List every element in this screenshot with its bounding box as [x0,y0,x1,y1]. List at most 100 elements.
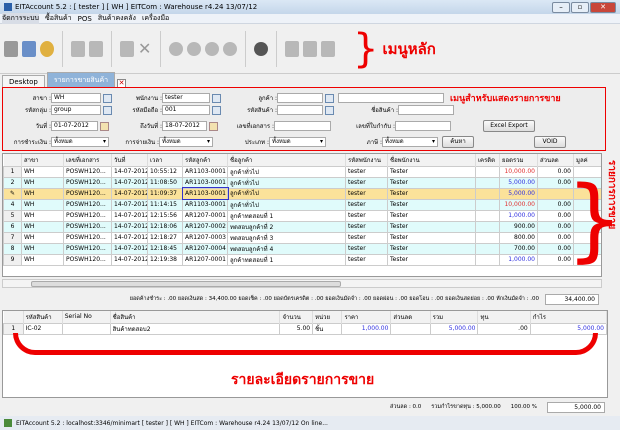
table-cell[interactable]: 1,000.00 [499,209,538,222]
table-cell[interactable]: WH [21,198,64,211]
table-cell[interactable]: 11:14:15 [147,198,183,211]
pay-type-select[interactable]: ทั้งหมด [159,137,213,147]
table-cell[interactable] [475,242,500,255]
table-row[interactable]: 7 WH POSWH120... 14-07-2012 12:18:27 AR1207-0… [3,231,601,244]
table-cell[interactable]: ลูกค้าทั่วไป [227,198,346,211]
table-cell[interactable]: 14-07-2012 [111,187,148,200]
first-icon[interactable] [169,41,183,56]
table-cell[interactable]: WH [21,220,64,233]
horizontal-scrollbar[interactable] [2,279,602,288]
doc-no-input[interactable] [274,121,331,131]
table-cell[interactable]: Tester [387,209,476,222]
table-cell[interactable]: 14-07-2012 [111,165,148,178]
table-cell[interactable] [475,209,500,222]
table-cell[interactable]: 900.00 [499,220,538,233]
table-cell[interactable]: 8 [3,242,22,255]
lookup-icon[interactable] [103,105,112,115]
table-cell[interactable]: 14-07-2012 [111,176,148,189]
customer-input[interactable] [277,93,323,103]
edit-doc-icon[interactable] [285,40,299,57]
table-cell[interactable]: 700.00 [499,242,538,255]
table-cell[interactable]: ทดสอบลูกค้าที่ 4 [227,242,346,255]
table-cell[interactable] [475,187,500,200]
table-cell[interactable]: 14-07-2012 [111,198,148,211]
table-cell[interactable]: tester [345,198,388,211]
table-cell[interactable]: POSWH120... [63,176,112,189]
table-cell[interactable]: 12:18:27 [147,231,183,244]
table-cell[interactable]: POSWH120... [63,220,112,233]
close-button[interactable]: ✕ [590,1,616,13]
table-cell[interactable]: tester [345,231,388,244]
table-cell[interactable]: 12:18:06 [147,220,183,233]
table-cell[interactable]: POSWH120... [63,242,112,255]
menu-pos[interactable]: POS [78,15,92,23]
table-cell[interactable]: 10,000.00 [499,165,538,178]
delete-doc-icon[interactable] [89,40,103,57]
table-cell[interactable] [475,165,500,178]
scroll-thumb[interactable] [31,281,341,287]
table-cell[interactable]: ทดสอบลูกค้าที่ 3 [227,231,346,244]
table-cell[interactable]: 5,000.00 [499,187,538,200]
table-row[interactable]: 8 WH POSWH120... 14-07-2012 12:18:45 AR1207-0… [3,242,601,255]
date-from-input[interactable]: 01-07-2012 [51,121,98,131]
table-cell[interactable]: 1 [3,165,22,178]
menu-system[interactable]: จัดการระบบ [2,13,39,24]
table-cell[interactable]: 12:15:56 [147,209,183,222]
table-cell[interactable]: Tester [387,231,476,244]
table-cell[interactable]: 11:08:50 [147,176,183,189]
table-cell[interactable] [475,253,500,266]
table-cell[interactable]: 2 [3,176,22,189]
table-cell[interactable]: AR1207-0004 [182,242,228,255]
lookup-icon[interactable] [212,93,221,103]
next-icon[interactable] [205,41,219,56]
table-cell[interactable]: 12:19:38 [147,253,183,266]
menu-inventory[interactable]: สินค้าคงคลัง [98,13,136,24]
invoice-input[interactable] [395,121,451,131]
table-cell[interactable]: 14-07-2012 [111,231,148,244]
table-cell[interactable]: 5,000.00 [499,176,538,189]
table-cell[interactable]: tester [345,253,388,266]
cancel-icon[interactable]: ✕ [138,40,152,57]
table-cell[interactable]: 1,000.00 [499,253,538,266]
table-cell[interactable]: WH [21,187,64,200]
table-cell[interactable]: tester [345,187,388,200]
table-cell[interactable]: ทดสอบลูกค้าที่ 2 [227,220,346,233]
table-cell[interactable]: tester [345,220,388,233]
table-cell[interactable]: ลูกค้าทดสอบที่ 1 [227,253,346,266]
eraser-icon[interactable] [321,40,335,57]
table-cell[interactable]: Tester [387,253,476,266]
table-cell[interactable]: POSWH120... [63,253,112,266]
table-cell[interactable]: 5 [3,209,22,222]
void-button[interactable]: VOID [534,136,566,148]
table-row[interactable]: 2 WH POSWH120... 14-07-2012 11:08:50 AR1103-0… [3,176,601,189]
table-cell[interactable]: AR1207-0003 [182,231,228,244]
table-cell[interactable]: 800.00 [499,231,538,244]
customer-name-input[interactable] [338,93,444,103]
table-cell[interactable]: WH [21,242,64,255]
table-cell[interactable]: Tester [387,198,476,211]
table-row[interactable]: 5 WH POSWH120... 14-07-2012 12:15:56 AR1207-0… [3,209,601,222]
table-cell[interactable]: 14-07-2012 [111,209,148,222]
table-cell[interactable]: 14-07-2012 [111,220,148,233]
table-cell[interactable]: ✎ [3,187,22,200]
table-row[interactable]: 4 WH POSWH120... 14-07-2012 11:14:15 AR1103-0… [3,198,601,211]
last-icon[interactable] [223,41,237,56]
print-icon[interactable] [22,40,36,57]
search-button[interactable]: ค้นหา [442,136,474,148]
employee-input[interactable]: tester [162,93,210,103]
tab-sales-list[interactable]: รายการขายสินค้า [46,72,116,88]
table-cell[interactable]: 11:09:37 [147,187,183,200]
table-cell[interactable]: 9 [3,253,22,266]
table-cell[interactable]: POSWH120... [63,231,112,244]
table-cell[interactable]: 10:55:12 [147,165,183,178]
table-cell[interactable]: Tester [387,242,476,255]
save-icon[interactable] [120,40,134,57]
table-cell[interactable]: AR1103-0001 [181,187,229,200]
table-cell[interactable]: 12:18:45 [147,242,183,255]
calendar-icon[interactable] [209,121,218,131]
table-cell[interactable]: ลูกค้าทั่วไป [227,176,346,189]
table-cell[interactable]: AR1103-0001 [182,165,228,178]
table-cell[interactable]: 14-07-2012 [111,242,148,255]
table-cell[interactable]: 10,000.00 [499,198,538,211]
copy-doc-icon[interactable] [303,40,317,57]
